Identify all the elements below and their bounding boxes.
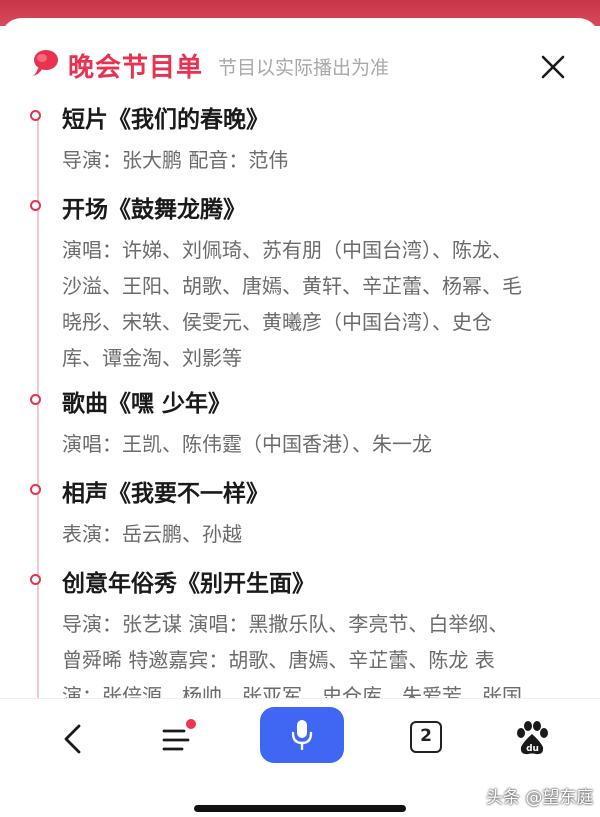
lantern-logo-icon [32,50,58,76]
voice-search-button[interactable] [260,707,344,763]
sheet-header: 晚会节目单 节目以实际播出为准 [0,18,600,102]
program-title: 相声《我要不一样》 [62,481,269,507]
program-credits: 导演：张艺谋 演唱：黑撒乐队、李亮节、白举纲、 曾舜晞 特邀嘉宾：胡歌、唐嫣、辛… [62,612,522,698]
timeline-dot [30,110,41,121]
program-credits: 表演：岳云鹏、孙越 [62,522,242,546]
svg-text:du: du [526,744,539,754]
timeline-dot [30,574,41,585]
program-credits: 导演：张大鹏 配音：范伟 [62,148,289,172]
timeline-dot [30,484,41,495]
microphone-icon [291,720,313,751]
program-title: 开场《鼓舞龙腾》 [62,197,246,223]
program-credits: 演唱：许娣、刘佩琦、苏有朋（中国台湾）、陈龙、 沙溢、王阳、胡歌、唐嫣、黄轩、辛… [62,238,522,370]
tabs-count-button[interactable]: 2 [410,721,442,753]
program-title: 创意年俗秀《别开生面》 [62,571,315,597]
notification-dot [186,719,196,729]
program-title: 短片《我们的春晚》 [62,107,269,133]
program-list-sheet: 晚会节目单 节目以实际播出为准 短片《我们的春晚》 导演：张大鹏 配音：范伟 开… [0,18,600,698]
menu-button[interactable] [158,719,200,759]
close-icon[interactable] [536,50,570,84]
watermark: 头条 @望东庭 [486,788,594,808]
timeline-dot [30,394,41,405]
page-subtitle: 节目以实际播出为准 [218,57,390,79]
page-title: 晚会节目单 [68,53,204,83]
home-indicator[interactable] [194,805,406,812]
program-title: 歌曲《嘿 少年》 [62,391,232,417]
timeline-dot [30,200,41,211]
program-credits: 演唱：王凯、陈伟霆（中国香港）、朱一龙 [62,432,432,456]
back-icon[interactable] [58,723,90,755]
baidu-paw-icon[interactable]: du [512,719,552,759]
